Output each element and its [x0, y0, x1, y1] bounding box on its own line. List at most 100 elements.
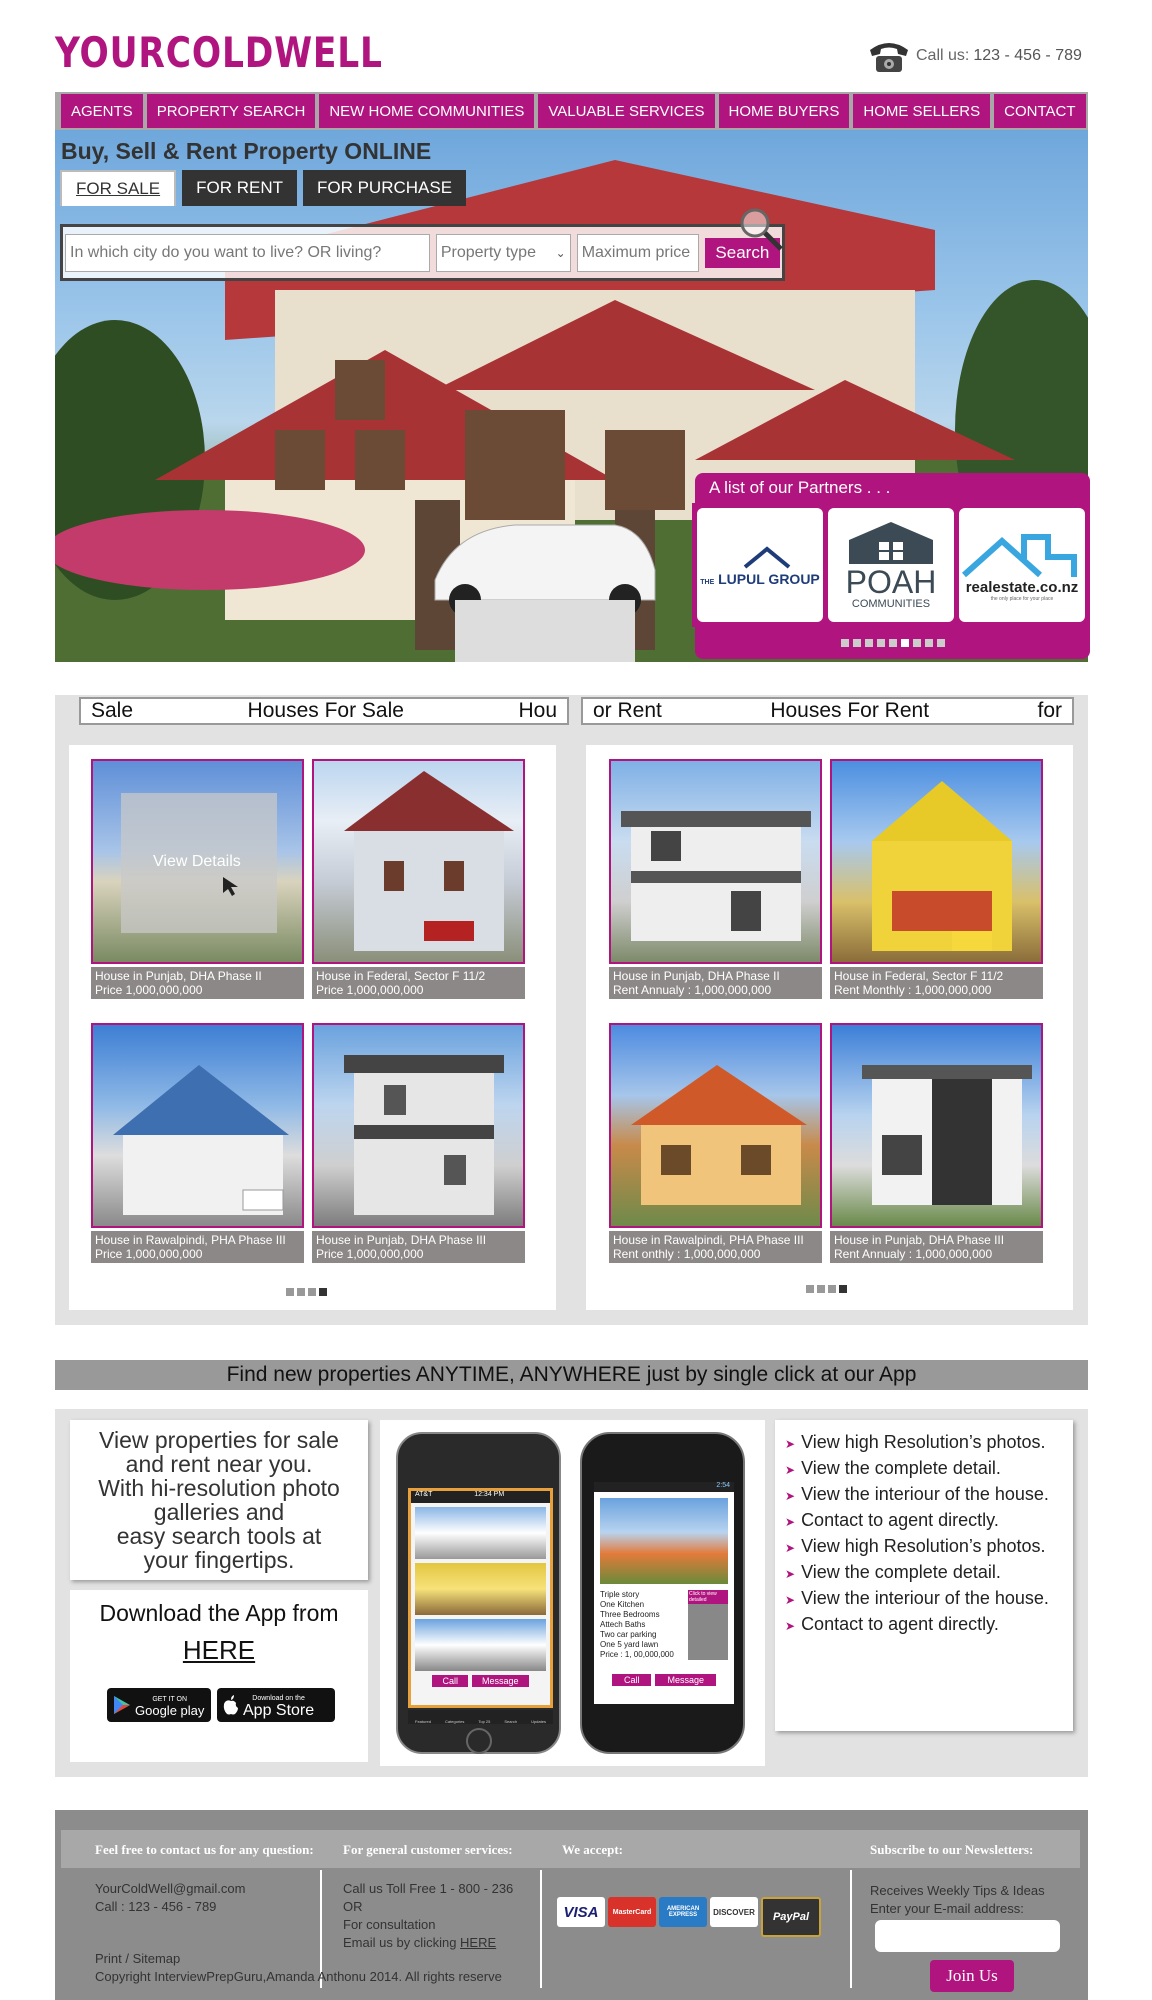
- partner-poah[interactable]: POAH COMMUNITIES: [828, 508, 954, 622]
- phone2-detail-badge[interactable]: Click to view detailed: [688, 1590, 728, 1604]
- phone2-detail: One Kitchen: [600, 1600, 645, 1609]
- pager-dot[interactable]: [936, 639, 945, 647]
- feature-text: View high Resolution’s photos.: [801, 1536, 1046, 1556]
- app-store-button[interactable]: Download on the App Store: [217, 1688, 335, 1722]
- partners-carousel: THE LUPUL GROUP POAH COMMUNITIES realest…: [692, 503, 1090, 627]
- pager-dot-active[interactable]: [900, 639, 909, 647]
- phone1-message-button[interactable]: Message: [471, 1675, 529, 1687]
- pager-dot[interactable]: [852, 639, 861, 647]
- footer-call: Call : 123 - 456 - 789: [95, 1899, 217, 1914]
- phone1-tab: Search: [504, 1719, 518, 1724]
- property-type-select[interactable]: Property type ⌄: [435, 233, 571, 272]
- arrow-right-icon: ➤: [785, 1515, 796, 1529]
- rent-card[interactable]: House in Punjab, DHA Phase III Rent Annu…: [830, 1023, 1043, 1263]
- rent-header-left: or Rent: [593, 699, 662, 722]
- newsletter-email-input[interactable]: [875, 1920, 1060, 1952]
- phone2-time: 2:54: [594, 1482, 734, 1492]
- app-intro-line: View properties for sale: [99, 1427, 339, 1453]
- arrow-right-icon: ➤: [785, 1437, 796, 1451]
- feature-item: ➤ View the complete detail.: [785, 1456, 1063, 1482]
- max-price-input[interactable]: Maximum price: [576, 233, 699, 272]
- rent-card-caption: House in Federal, Sector F 11/2 Rent Mon…: [830, 967, 1043, 999]
- download-box: Download the App from HERE GET IT ON Goog…: [70, 1590, 368, 1762]
- rent-card[interactable]: House in Federal, Sector F 11/2 Rent Mon…: [830, 759, 1043, 999]
- pager-dot[interactable]: [817, 1285, 825, 1293]
- feature-text: Contact to agent directly.: [801, 1614, 999, 1634]
- home-button-icon: [466, 1728, 492, 1754]
- pager-dot-active[interactable]: [839, 1285, 847, 1293]
- call-us: Call us: 123 - 456 - 789: [866, 38, 1082, 74]
- view-details-label[interactable]: View Details: [153, 853, 241, 871]
- phone2-message-button[interactable]: Message: [655, 1674, 717, 1686]
- app-intro: View properties for sale and rent near y…: [70, 1420, 368, 1580]
- join-us-button[interactable]: Join Us: [930, 1960, 1014, 1992]
- pager-dot[interactable]: [286, 1288, 294, 1296]
- pager-dot-active[interactable]: [319, 1288, 327, 1296]
- sale-header-title[interactable]: Houses For Sale: [248, 699, 404, 723]
- nav-new-home-communities[interactable]: NEW HOME COMMUNITIES: [319, 94, 535, 128]
- tab-for-sale[interactable]: FOR SALE: [60, 170, 177, 206]
- realestate-sub: the only place for your place: [990, 595, 1054, 602]
- realestate-name: realestate.co.nz: [965, 578, 1079, 596]
- city-input[interactable]: In which city do you want to live? OR li…: [65, 233, 430, 272]
- cursor-icon: [223, 877, 238, 896]
- mastercard-icon: MasterCard: [608, 1897, 656, 1927]
- nav-home-buyers[interactable]: HOME BUYERS: [718, 94, 850, 128]
- arrow-right-icon: ➤: [785, 1489, 796, 1503]
- nav-agents[interactable]: AGENTS: [61, 94, 143, 128]
- feature-text: View the complete detail.: [801, 1562, 1001, 1582]
- partner-lupul-group[interactable]: THE LUPUL GROUP: [697, 508, 823, 622]
- pager-dot[interactable]: [888, 639, 897, 647]
- download-here-link[interactable]: HERE: [70, 1635, 368, 1666]
- site-logo[interactable]: YOURCOLDWELL: [55, 28, 383, 77]
- pager-dot[interactable]: [912, 639, 921, 647]
- arrow-right-icon: ➤: [785, 1463, 796, 1477]
- pager-dot[interactable]: [828, 1285, 836, 1293]
- nav-home-sellers[interactable]: HOME SELLERS: [853, 94, 991, 128]
- rent-card-caption: House in Rawalpindi, PHA Phase III Rent …: [609, 1231, 822, 1263]
- footer-print-sitemap[interactable]: Print / Sitemap: [95, 1950, 502, 1968]
- phone1-call-button[interactable]: Call: [432, 1675, 468, 1687]
- pager-dot[interactable]: [864, 639, 873, 647]
- app-intro-line: easy search tools at: [116, 1523, 322, 1549]
- phone1-tab: Featured: [415, 1719, 432, 1724]
- sale-card[interactable]: House in Rawalpindi, PHA Phase III Price…: [91, 1023, 304, 1263]
- phone2-call-button[interactable]: Call: [611, 1674, 652, 1686]
- nav-property-search[interactable]: PROPERTY SEARCH: [146, 94, 316, 128]
- call-number[interactable]: 123 - 456 - 789: [973, 47, 1082, 65]
- search-tabs: FOR SALE FOR RENT FOR PURCHASE: [60, 170, 467, 206]
- pager-dot[interactable]: [308, 1288, 316, 1296]
- footer-service-here-link[interactable]: HERE: [460, 1935, 496, 1950]
- sale-card-price: Price 1,000,000,000: [316, 1247, 424, 1261]
- pager-dot[interactable]: [876, 639, 885, 647]
- rent-card-caption: House in Punjab, DHA Phase III Rent Annu…: [830, 1231, 1043, 1263]
- footer-service-line: OR: [343, 1899, 363, 1914]
- footer-email[interactable]: YourColdWell@gmail.com: [95, 1880, 245, 1898]
- arrow-right-icon: ➤: [785, 1619, 796, 1633]
- nav-contact[interactable]: CONTACT: [994, 94, 1086, 128]
- pager-dot[interactable]: [297, 1288, 305, 1296]
- sale-card-image: [312, 1023, 525, 1228]
- tab-for-rent[interactable]: FOR RENT: [182, 170, 297, 206]
- rent-card-image: [609, 759, 822, 964]
- sale-card[interactable]: House in Federal, Sector F 11/2 Price 1,…: [312, 759, 525, 999]
- google-play-button[interactable]: GET IT ON Google play: [107, 1688, 211, 1722]
- sale-card[interactable]: View Details House in Punjab, DHA Phase …: [91, 759, 304, 999]
- rent-card[interactable]: House in Rawalpindi, PHA Phase III Rent …: [609, 1023, 822, 1263]
- nav-valuable-services[interactable]: VALUABLE SERVICES: [538, 94, 715, 128]
- rent-card-price: Rent Annualy : 1,000,000,000: [613, 983, 772, 997]
- feature-item: ➤ View the complete detail.: [785, 1560, 1063, 1586]
- rent-card[interactable]: House in Punjab, DHA Phase II Rent Annua…: [609, 759, 822, 999]
- pager-dot[interactable]: [924, 639, 933, 647]
- footer-divider: [540, 1870, 542, 1988]
- rent-header: or Rent Houses For Rent for: [581, 697, 1074, 725]
- feature-item: ➤ View high Resolution’s photos.: [785, 1430, 1063, 1456]
- feature-item: ➤ Contact to agent directly.: [785, 1508, 1063, 1534]
- sale-card[interactable]: House in Punjab, DHA Phase III Price 1,0…: [312, 1023, 525, 1263]
- rent-header-title[interactable]: Houses For Rent: [770, 699, 929, 723]
- tab-for-purchase[interactable]: FOR PURCHASE: [302, 170, 467, 206]
- rent-card-price: Rent Monthly : 1,000,000,000: [834, 983, 992, 997]
- partner-realestate[interactable]: realestate.co.nz the only place for your…: [959, 508, 1085, 622]
- pager-dot[interactable]: [840, 639, 849, 647]
- pager-dot[interactable]: [806, 1285, 814, 1293]
